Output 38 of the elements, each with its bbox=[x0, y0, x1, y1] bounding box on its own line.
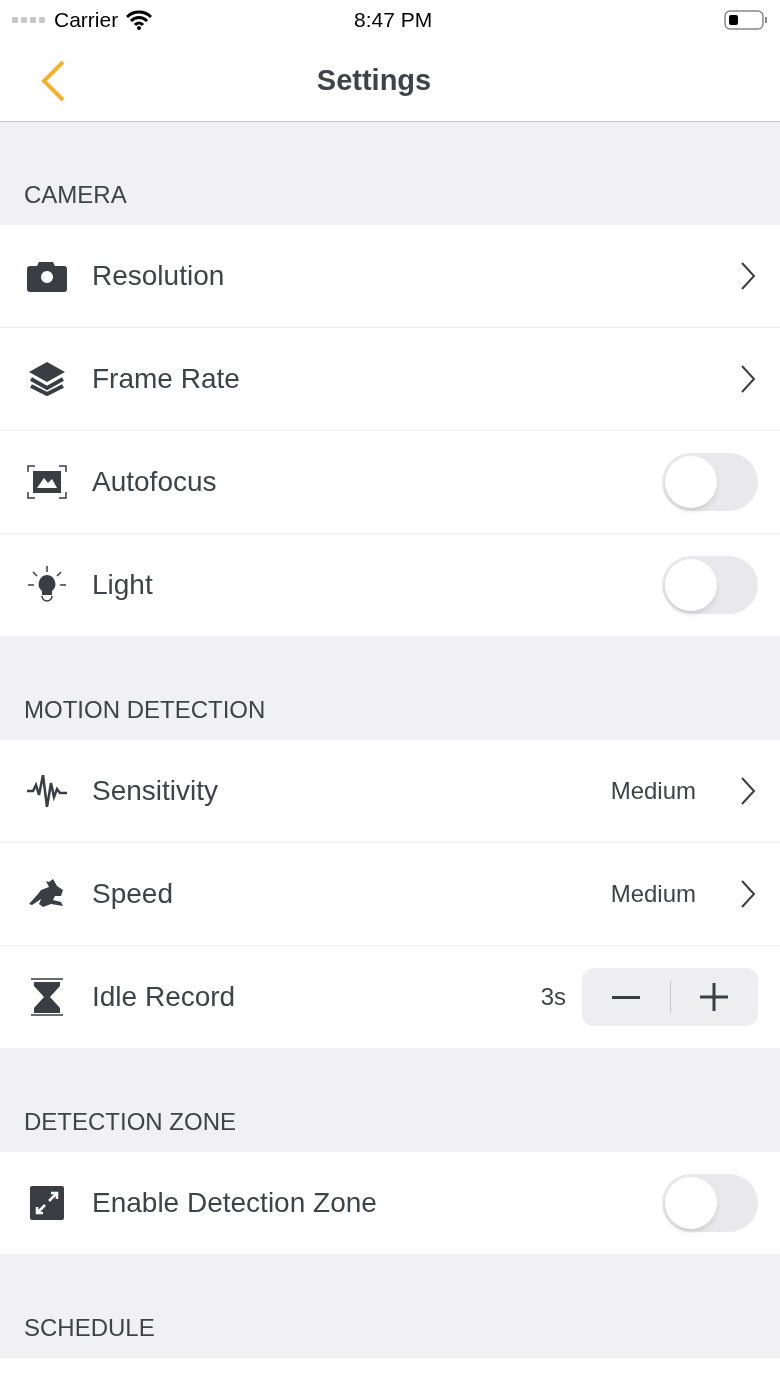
chevron-right-icon bbox=[740, 879, 756, 909]
minus-icon bbox=[611, 995, 640, 999]
setting-label: Light bbox=[92, 568, 153, 602]
setting-value: Medium bbox=[610, 776, 696, 806]
section-header: DETECTION ZONE bbox=[24, 1107, 236, 1137]
hourglass-icon bbox=[30, 978, 64, 1016]
lightbulb-icon bbox=[27, 566, 67, 604]
camera-icon bbox=[27, 260, 67, 292]
chevron-right-icon bbox=[740, 364, 756, 394]
chevron-right-icon bbox=[740, 776, 756, 806]
setting-label: Frame Rate bbox=[92, 362, 240, 396]
battery-icon bbox=[724, 9, 768, 31]
stepper-value: 3s bbox=[540, 982, 566, 1012]
wifi-icon bbox=[126, 10, 153, 30]
toggle-switch[interactable] bbox=[662, 556, 758, 614]
setting-label: Autofocus bbox=[92, 465, 217, 499]
signal-icon bbox=[12, 17, 46, 23]
carrier-name: Carrier bbox=[54, 7, 119, 34]
toggle-switch[interactable] bbox=[662, 1174, 758, 1232]
section-header: SCHEDULE bbox=[24, 1313, 155, 1343]
expand-icon bbox=[30, 1186, 64, 1220]
setting-label: Sensitivity bbox=[92, 774, 219, 808]
setting-label: Resolution bbox=[92, 259, 225, 293]
screen-title: Settings bbox=[316, 62, 432, 98]
plus-icon bbox=[700, 983, 729, 1011]
section-header: CAMERA bbox=[24, 180, 127, 210]
image-icon bbox=[27, 465, 67, 499]
setting-value: Medium bbox=[610, 879, 696, 909]
toggle-switch[interactable] bbox=[662, 453, 758, 511]
section-header: MOTION DETECTION bbox=[24, 695, 266, 725]
back-chevron-icon bbox=[40, 59, 66, 102]
setting-label: Speed bbox=[92, 877, 173, 911]
setting-label: Idle Record bbox=[92, 980, 236, 1014]
waveform-icon bbox=[27, 775, 67, 807]
clock-time: 8:47 PM bbox=[353, 7, 433, 34]
layers-icon bbox=[29, 362, 65, 396]
setting-label: Enable Detection Zone bbox=[92, 1186, 377, 1220]
chevron-right-icon bbox=[740, 261, 756, 291]
